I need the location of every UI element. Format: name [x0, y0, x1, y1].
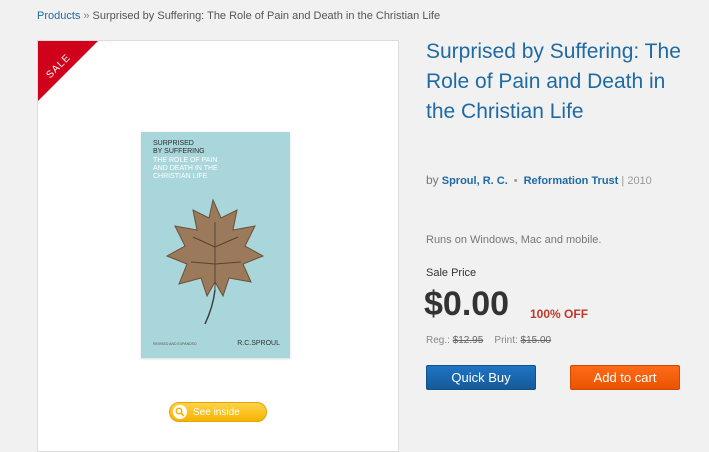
publisher-link[interactable]: Reformation Trust	[524, 175, 619, 187]
magnifier-icon	[173, 405, 187, 419]
print-label: Print:	[494, 335, 518, 346]
cover-edition: REVISED AND EXPANDED	[153, 342, 197, 346]
byline: by Sproul, R. C. • Reformation Trust | 201…	[426, 173, 652, 187]
quick-buy-button[interactable]: Quick Buy	[426, 365, 536, 390]
book-cover[interactable]: SURPRISED BY SUFFERING THE ROLE OF PAIN …	[141, 132, 290, 358]
print-price: $15.00	[520, 335, 552, 346]
regular-prices: Reg.: $12.95 Print: $15.00	[426, 335, 551, 346]
breadcrumb: Products» Surprised by Suffering: The Rol…	[37, 10, 440, 22]
by-label: by	[426, 173, 439, 187]
cover-subtitle: THE ROLE OF PAIN AND DEATH IN THE CHRIST…	[153, 157, 218, 180]
discount-badge: 100% OFF	[530, 307, 589, 321]
platform-note: Runs on Windows, Mac and mobile.	[426, 234, 602, 246]
cover-title: SURPRISED BY SUFFERING	[153, 140, 205, 155]
product-title: Surprised by Suffering: The Role of Pain…	[426, 40, 681, 123]
leaf-image	[165, 198, 265, 325]
see-inside-label: See inside	[193, 406, 240, 418]
publication-year: | 2010	[621, 175, 652, 187]
breadcrumb-separator: »	[83, 10, 90, 22]
breadcrumb-current: Surprised by Suffering: The Role of Pain…	[92, 10, 441, 22]
reg-label: Reg.:	[426, 335, 450, 346]
breadcrumb-products-link[interactable]: Products	[37, 10, 80, 22]
product-image-panel: SALE SURPRISED BY SUFFERING THE ROLE OF …	[37, 40, 399, 452]
cover-author: R.C.SPROUL	[237, 340, 280, 347]
reg-price: $12.95	[452, 335, 484, 346]
add-to-cart-button[interactable]: Add to cart	[570, 365, 680, 390]
author-link[interactable]: Sproul, R. C.	[442, 175, 508, 187]
byline-dot: •	[513, 175, 518, 187]
sale-price: $0.00	[424, 285, 510, 323]
sale-price-label: Sale Price	[426, 267, 477, 279]
see-inside-button[interactable]: See inside	[169, 402, 267, 422]
